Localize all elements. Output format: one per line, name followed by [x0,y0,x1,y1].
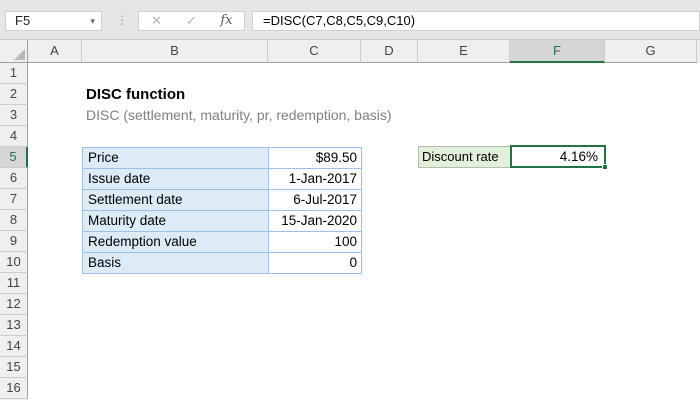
formula-input[interactable]: =DISC(C7,C8,C5,C9,C10) [252,11,700,31]
cell-c5-value[interactable]: $89.50 [269,148,362,169]
row-header-4[interactable]: 4 [0,126,28,147]
cell-b6-label[interactable]: Issue date [83,169,269,190]
name-box-dropdown-icon[interactable]: ▾ [90,12,95,30]
row-header-column: 1 2 3 4 5 6 7 8 9 10 11 12 13 14 15 16 [0,63,28,400]
result-value: 4.16% [559,149,598,164]
formula-button-group: ✕ ✓ fx [138,11,245,31]
column-header-b[interactable]: B [82,40,268,63]
table-row: Maturity date 15-Jan-2020 [83,211,362,232]
row-header-16[interactable]: 16 [0,378,28,399]
table-row: Settlement date 6-Jul-2017 [83,190,362,211]
select-all-button[interactable] [0,40,28,63]
cell-c8-value[interactable]: 15-Jan-2020 [269,211,362,232]
row-header-13[interactable]: 13 [0,315,28,336]
cell-c9-value[interactable]: 100 [269,232,362,253]
column-header-c[interactable]: C [268,40,361,63]
column-header-row: A B C D E F G [0,40,700,63]
row-header-9[interactable]: 9 [0,231,28,252]
cell-b9-label[interactable]: Redemption value [83,232,269,253]
row-header-11[interactable]: 11 [0,273,28,294]
result-label-cell-e5[interactable]: Discount rate [418,146,511,168]
cell-b8-label[interactable]: Maturity date [83,211,269,232]
sheet-subtitle-cell[interactable]: DISC (settlement, maturity, pr, redempti… [86,105,392,126]
formula-bar-drag-dots-icon: ⋮ [116,13,128,27]
row-header-7[interactable]: 7 [0,189,28,210]
column-header-d[interactable]: D [361,40,418,63]
insert-function-icon[interactable]: fx [209,12,244,30]
column-header-a[interactable]: A [28,40,82,63]
cell-c10-value[interactable]: 0 [269,253,362,274]
input-table: Price $89.50 Issue date 1-Jan-2017 Settl… [82,147,362,274]
row-header-8[interactable]: 8 [0,210,28,231]
column-header-f-selected[interactable]: F [510,40,605,63]
row-header-14[interactable]: 14 [0,336,28,357]
table-row: Redemption value 100 [83,232,362,253]
row-header-15[interactable]: 15 [0,357,28,378]
column-header-g[interactable]: G [605,40,697,63]
row-header-10[interactable]: 10 [0,252,28,273]
row-header-5-selected[interactable]: 5 [0,147,28,168]
row-header-12[interactable]: 12 [0,294,28,315]
table-row: Basis 0 [83,253,362,274]
row-header-2[interactable]: 2 [0,84,28,105]
cell-c7-value[interactable]: 6-Jul-2017 [269,190,362,211]
fill-handle[interactable] [602,164,608,170]
cell-b5-label[interactable]: Price [83,148,269,169]
name-box[interactable]: F5 ▾ [5,11,102,31]
table-row: Price $89.50 [83,148,362,169]
row-header-6[interactable]: 6 [0,168,28,189]
sheet-title-cell[interactable]: DISC function [86,84,185,105]
cancel-icon[interactable]: ✕ [139,12,174,30]
cell-b10-label[interactable]: Basis [83,253,269,274]
excel-window: F5 ▾ ⋮ ✕ ✓ fx =DISC(C7,C8,C5,C9,C10) A B… [0,0,700,400]
cell-c6-value[interactable]: 1-Jan-2017 [269,169,362,190]
select-all-triangle-icon [14,49,25,60]
row-header-1[interactable]: 1 [0,63,28,84]
cell-b7-label[interactable]: Settlement date [83,190,269,211]
row-header-3[interactable]: 3 [0,105,28,126]
selected-cell-f5[interactable]: 4.16% [510,145,608,170]
formula-bar-chrome: F5 ▾ ⋮ ✕ ✓ fx =DISC(C7,C8,C5,C9,C10) [0,0,700,40]
name-box-value: F5 [15,13,31,28]
table-row: Issue date 1-Jan-2017 [83,169,362,190]
enter-icon[interactable]: ✓ [174,12,209,30]
column-header-e[interactable]: E [418,40,510,63]
